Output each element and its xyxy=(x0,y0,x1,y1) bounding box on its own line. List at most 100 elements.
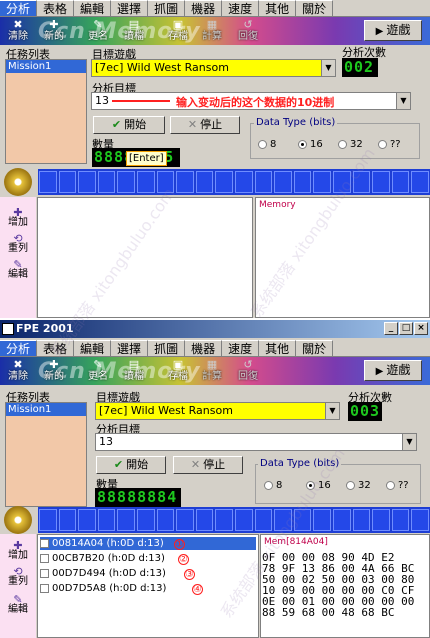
memory-title: Mem[814A04] xyxy=(264,537,328,547)
rename-button[interactable]: ✎ 更名 xyxy=(82,17,114,42)
target-game-select[interactable]: [7ec] Wild West Ransom ▼ xyxy=(91,59,336,77)
tab-speed[interactable]: 速度 xyxy=(222,340,260,356)
clear-button[interactable]: ✖ 清除 xyxy=(2,17,34,42)
load-button[interactable]: ▤ 讀檔 xyxy=(118,17,150,42)
radio-16[interactable]: 16 xyxy=(298,139,323,150)
address-list[interactable]: 00814A04 (h:0D d:13) 00CB7B20 (h:0D d:13… xyxy=(37,534,259,638)
play-icon: ▶ xyxy=(375,366,384,377)
checkbox[interactable] xyxy=(40,568,49,578)
relist-button[interactable]: ⟲ 重列 xyxy=(2,566,34,587)
tab-analysis[interactable]: 分析 xyxy=(0,0,38,16)
radio-8[interactable]: 8 xyxy=(264,480,282,491)
radio-any[interactable]: ?? xyxy=(378,139,401,150)
tab-other[interactable]: 其他 xyxy=(259,0,297,16)
chevron-down-icon[interactable]: ▼ xyxy=(396,93,410,109)
calculate-button[interactable]: ▦ 計算 xyxy=(196,357,228,382)
task-list[interactable]: Mission1 xyxy=(5,59,87,164)
address-row[interactable]: 00D7D494 (h:0D d:13) xyxy=(40,567,166,580)
toolbar: Ccn Memory ✖ 清除 ✚ 新的 ✎ 更名 ▤ 讀檔 ▣ 存檔 ▦ 計算 ↺ 回復 ▶… xyxy=(0,17,430,45)
chevron-down-icon[interactable]: ▼ xyxy=(325,403,339,419)
restore-icon: ↺ xyxy=(243,358,253,371)
radio-16[interactable]: 16 xyxy=(306,480,331,491)
checkbox[interactable] xyxy=(40,538,49,548)
radio-8[interactable]: 8 xyxy=(258,139,276,150)
stop-button[interactable]: ✕ 停止 xyxy=(173,456,243,474)
restore-icon: ↺ xyxy=(243,18,253,31)
tab-table[interactable]: 表格 xyxy=(37,0,75,16)
stop-button[interactable]: ✕ 停止 xyxy=(170,116,240,134)
restore-button[interactable]: ↺ 回復 xyxy=(232,357,264,382)
calculate-button[interactable]: ▦ 計算 xyxy=(196,17,228,42)
tab-machine[interactable]: 機器 xyxy=(185,0,223,16)
chevron-down-icon[interactable]: ▼ xyxy=(402,434,416,450)
annotation-text: 输入变动后的这个数据的10进制 xyxy=(176,96,335,109)
maximize-icon[interactable]: □ xyxy=(399,322,413,335)
annotation-mark: ④ xyxy=(192,584,203,595)
tab-edit[interactable]: 編輯 xyxy=(74,340,112,356)
tab-machine[interactable]: 機器 xyxy=(185,340,223,356)
radio-32[interactable]: 32 xyxy=(346,480,371,491)
game-button[interactable]: ▶ 遊戲 xyxy=(364,20,422,41)
tab-capture[interactable]: 抓圖 xyxy=(148,0,186,16)
rename-button[interactable]: ✎ 更名 xyxy=(82,357,114,382)
analysis-target-input[interactable]: 13 ▼ xyxy=(95,433,417,451)
game-button[interactable]: ▶ 遊戲 xyxy=(364,360,422,381)
analysis-count-display: 003 xyxy=(348,402,382,421)
save-button[interactable]: ▣ 存檔 xyxy=(162,357,194,382)
checkbox[interactable] xyxy=(40,553,49,563)
clear-button[interactable]: ✖ 清除 xyxy=(2,357,34,382)
task-item[interactable]: Mission1 xyxy=(6,60,86,73)
enter-tooltip: [Enter] xyxy=(126,151,167,166)
task-list[interactable]: Mission1 xyxy=(5,402,87,507)
start-button[interactable]: ✔ 開始 xyxy=(96,456,166,474)
relist-button[interactable]: ⟲ 重列 xyxy=(2,233,34,254)
tab-edit[interactable]: 編輯 xyxy=(74,0,112,16)
new-icon: ✚ xyxy=(49,358,59,371)
edit-button[interactable]: ✎ 編輯 xyxy=(2,259,34,280)
tab-about[interactable]: 關於 xyxy=(296,0,334,16)
checkbox[interactable] xyxy=(40,583,49,593)
quantity-display: 88888884 xyxy=(95,488,181,507)
address-row[interactable]: 00814A04 (h:0D d:13) xyxy=(40,537,256,550)
edit-button[interactable]: ✎ 編輯 xyxy=(2,594,34,615)
address-row[interactable]: 00D7D5A8 (h:0D d:13) xyxy=(40,582,166,595)
address-list[interactable] xyxy=(37,197,253,318)
menu-tabs: 分析 表格 編輯 選擇 抓圖 機器 速度 其他 關於 xyxy=(0,340,430,357)
save-button[interactable]: ▣ 存檔 xyxy=(162,17,194,42)
window-title: FPE 2001 xyxy=(16,322,74,335)
new-button[interactable]: ✚ 新的 xyxy=(38,357,70,382)
tab-select[interactable]: 選擇 xyxy=(111,0,149,16)
tab-capture[interactable]: 抓圖 xyxy=(148,340,186,356)
radio-32[interactable]: 32 xyxy=(338,139,363,150)
rename-icon: ✎ xyxy=(93,358,103,371)
close-icon: ✕ xyxy=(190,458,201,471)
chevron-down-icon[interactable]: ▼ xyxy=(321,60,335,76)
add-button[interactable]: ✚ 增加 xyxy=(2,540,34,561)
start-button[interactable]: ✔ 開始 xyxy=(93,116,165,134)
add-button[interactable]: ✚ 增加 xyxy=(2,207,34,228)
address-row[interactable]: 00CB7B20 (h:0D d:13) xyxy=(40,552,165,565)
radio-any[interactable]: ?? xyxy=(386,480,409,491)
close-icon: ✕ xyxy=(187,118,198,131)
tab-select[interactable]: 選擇 xyxy=(111,340,149,356)
tab-speed[interactable]: 速度 xyxy=(222,0,260,16)
load-button[interactable]: ▤ 讀檔 xyxy=(118,357,150,382)
side-toolbar: ✚ 增加 ⟲ 重列 ✎ 編輯 xyxy=(0,534,36,638)
tab-other[interactable]: 其他 xyxy=(259,340,297,356)
tab-analysis[interactable]: 分析 xyxy=(0,340,38,356)
memory-panel xyxy=(255,197,430,318)
new-button[interactable]: ✚ 新的 xyxy=(38,17,70,42)
minimize-icon[interactable]: _ xyxy=(384,322,398,335)
progress-strip xyxy=(38,507,430,533)
close-icon[interactable]: × xyxy=(414,322,428,335)
tab-about[interactable]: 關於 xyxy=(296,340,334,356)
annotation-mark: ② xyxy=(178,554,189,565)
window-titlebar: FPE 2001 _ □ × xyxy=(0,320,430,338)
memory-title: Memory xyxy=(259,200,296,210)
calculator-icon: ▦ xyxy=(206,358,218,371)
tab-table[interactable]: 表格 xyxy=(37,340,75,356)
target-game-select[interactable]: [7ec] Wild West Ransom ▼ xyxy=(95,402,340,420)
annotation-mark: ③ xyxy=(184,569,195,580)
task-item[interactable]: Mission1 xyxy=(6,403,86,416)
restore-button[interactable]: ↺ 回復 xyxy=(232,17,264,42)
